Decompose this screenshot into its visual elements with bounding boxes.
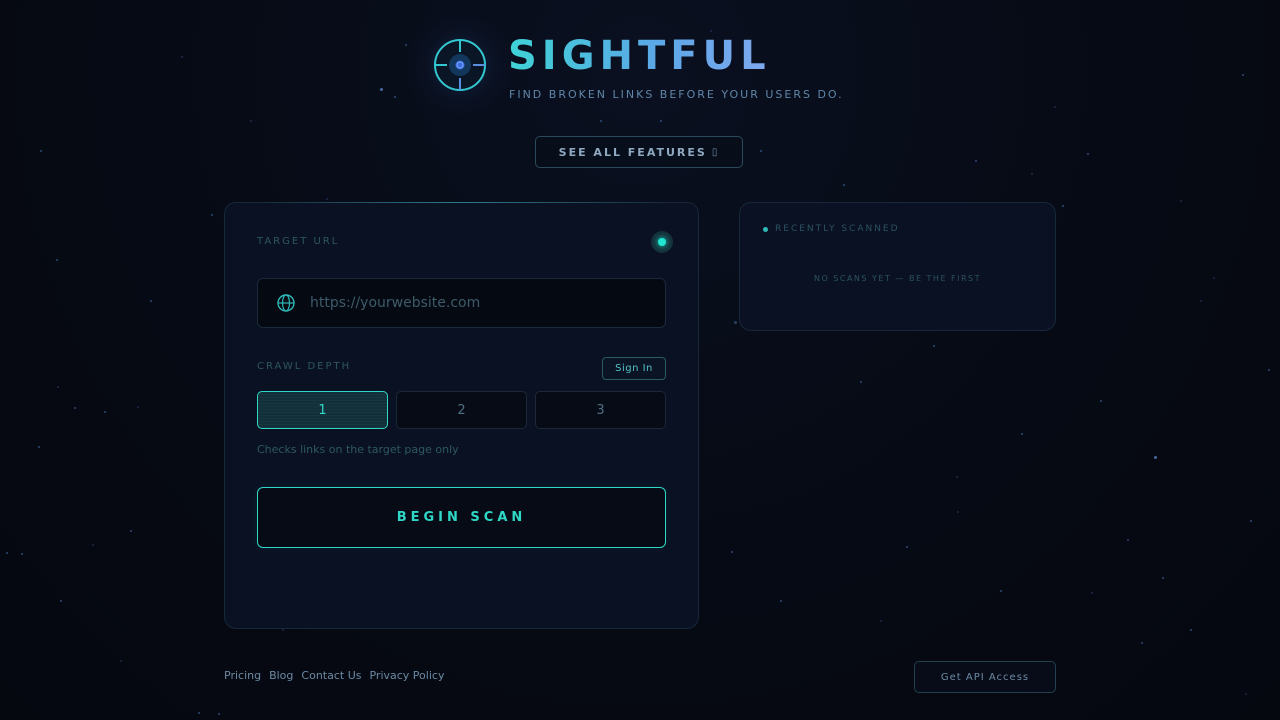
star bbox=[880, 620, 882, 622]
star bbox=[250, 120, 252, 122]
depth-option-3[interactable]: 3 bbox=[535, 391, 666, 429]
see-all-features-button[interactable]: SEE ALL FEATURES ▯ bbox=[535, 136, 743, 168]
star bbox=[74, 407, 76, 409]
star bbox=[137, 406, 139, 408]
star bbox=[780, 600, 782, 602]
star bbox=[1250, 520, 1252, 522]
star bbox=[734, 321, 737, 324]
star bbox=[1154, 456, 1157, 459]
recently-scanned-card: RECENTLY SCANNED NO SCANS YET — BE THE F… bbox=[739, 202, 1056, 331]
url-input[interactable] bbox=[308, 294, 652, 312]
star bbox=[957, 511, 959, 513]
status-indicator bbox=[651, 231, 673, 253]
star bbox=[975, 160, 977, 162]
star bbox=[40, 150, 42, 152]
brand-tagline: FIND BROKEN LINKS BEFORE YOUR USERS DO. bbox=[509, 88, 844, 101]
brand-title: SIGHTFUL bbox=[508, 33, 771, 79]
star bbox=[130, 530, 132, 532]
footer-link-contact[interactable]: Contact Us bbox=[301, 669, 361, 682]
star bbox=[1127, 539, 1129, 541]
star bbox=[956, 476, 958, 478]
scan-card: TARGET URL CRAWL DEPTH Sign In 1 2 3 Che… bbox=[224, 202, 699, 629]
star bbox=[1245, 693, 1247, 695]
crawl-depth-hint: Checks links on the target page only bbox=[257, 443, 459, 456]
star bbox=[1242, 74, 1244, 76]
star bbox=[1180, 200, 1182, 202]
star bbox=[181, 56, 183, 58]
depth-option-1[interactable]: 1 bbox=[257, 391, 388, 429]
star bbox=[198, 712, 200, 714]
star bbox=[600, 120, 602, 122]
footer-links: Pricing Blog Contact Us Privacy Policy bbox=[224, 669, 444, 682]
crosshair-target-icon bbox=[434, 39, 486, 91]
star bbox=[6, 552, 8, 554]
star bbox=[405, 44, 407, 46]
empty-state-message: NO SCANS YET — BE THE FIRST bbox=[813, 274, 982, 283]
star bbox=[104, 411, 106, 413]
star bbox=[1031, 173, 1033, 175]
star bbox=[1268, 369, 1270, 371]
url-input-container[interactable] bbox=[257, 278, 666, 328]
star bbox=[56, 259, 58, 261]
star bbox=[282, 629, 284, 631]
star bbox=[1021, 433, 1023, 435]
page-background: SIGHTFUL FIND BROKEN LINKS BEFORE YOUR U… bbox=[0, 0, 1280, 720]
star bbox=[760, 150, 762, 152]
depth-option-2[interactable]: 2 bbox=[396, 391, 527, 429]
star bbox=[1213, 277, 1215, 279]
star bbox=[57, 386, 59, 388]
star bbox=[150, 300, 152, 302]
star bbox=[60, 600, 62, 602]
target-url-label: TARGET URL bbox=[257, 236, 340, 247]
star bbox=[211, 214, 213, 216]
star bbox=[843, 184, 845, 186]
star bbox=[1087, 153, 1089, 155]
star bbox=[92, 544, 94, 546]
star bbox=[1091, 592, 1093, 594]
star bbox=[1062, 205, 1064, 207]
star bbox=[1141, 642, 1143, 644]
status-dot-icon bbox=[658, 238, 666, 246]
star bbox=[380, 88, 383, 91]
begin-scan-button[interactable]: BEGIN SCAN bbox=[257, 487, 666, 548]
star bbox=[21, 553, 23, 555]
recently-scanned-title: RECENTLY SCANNED bbox=[775, 224, 900, 234]
star bbox=[1200, 300, 1202, 302]
star bbox=[218, 713, 220, 715]
star bbox=[1190, 629, 1192, 631]
star bbox=[120, 660, 122, 662]
star bbox=[1100, 400, 1102, 402]
crawl-depth-label: CRAWL DEPTH bbox=[257, 361, 352, 372]
get-api-access-button[interactable]: Get API Access bbox=[914, 661, 1056, 693]
recently-scanned-header: RECENTLY SCANNED bbox=[763, 224, 900, 234]
footer-link-privacy[interactable]: Privacy Policy bbox=[369, 669, 444, 682]
footer-link-blog[interactable]: Blog bbox=[269, 669, 293, 682]
features-button-label: SEE ALL FEATURES bbox=[558, 145, 707, 159]
star bbox=[1000, 590, 1002, 592]
star bbox=[326, 198, 328, 200]
globe-icon bbox=[277, 294, 295, 312]
sign-in-button[interactable]: Sign In bbox=[602, 357, 666, 380]
star bbox=[906, 546, 908, 548]
star bbox=[394, 96, 396, 98]
star bbox=[1054, 106, 1056, 108]
star bbox=[731, 551, 733, 553]
star bbox=[660, 120, 662, 122]
star bbox=[1162, 577, 1164, 579]
star bbox=[38, 446, 40, 448]
features-arrow-icon: ▯ bbox=[711, 146, 720, 158]
footer-link-pricing[interactable]: Pricing bbox=[224, 669, 261, 682]
bullet-icon bbox=[763, 226, 768, 232]
star bbox=[860, 381, 862, 383]
star bbox=[933, 345, 935, 347]
crawl-depth-selector: 1 2 3 bbox=[257, 391, 666, 429]
